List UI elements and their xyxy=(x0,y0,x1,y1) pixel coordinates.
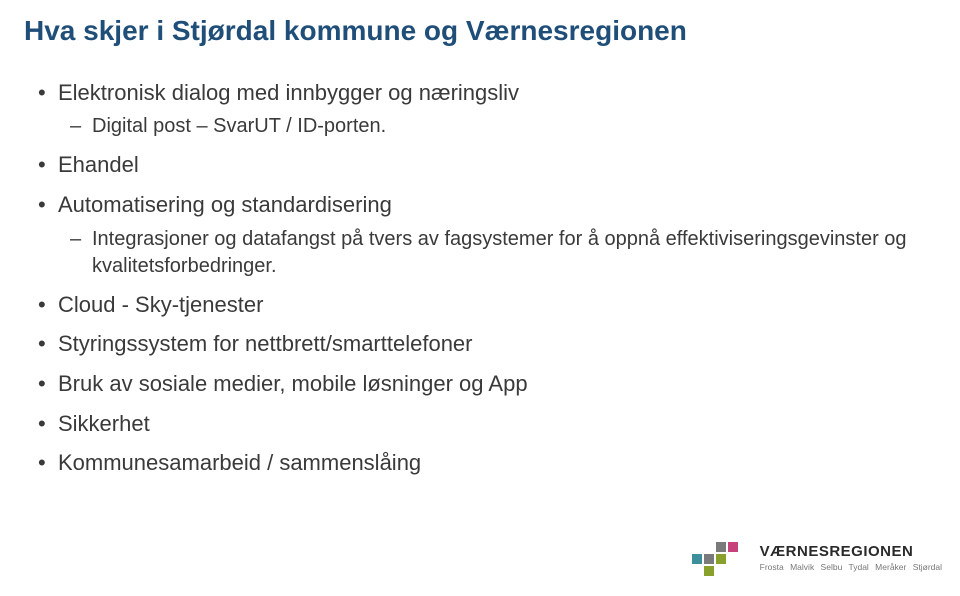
bullet-text: Cloud - Sky-tjenester xyxy=(58,292,263,317)
logo-title: VÆRNESREGIONEN xyxy=(760,543,942,560)
bullet-item: Cloud - Sky-tjenester xyxy=(38,290,936,320)
bullet-item: Elektronisk dialog med innbygger og næri… xyxy=(38,78,936,141)
bullet-item: Kommunesamarbeid / sammenslåing xyxy=(38,448,936,478)
bullet-text: Bruk av sosiale medier, mobile løsninger… xyxy=(58,371,528,396)
bullet-list: Elektronisk dialog med innbygger og næri… xyxy=(38,78,936,479)
bullet-item: Styringssystem for nettbrett/smarttelefo… xyxy=(38,329,936,359)
bullet-item: Ehandel xyxy=(38,150,936,180)
sub-bullet-item: Integrasjoner og datafangst på tvers av … xyxy=(70,226,936,280)
bullet-text: Styringssystem for nettbrett/smarttelefo… xyxy=(58,331,473,356)
bullet-text: Kommunesamarbeid / sammenslåing xyxy=(58,450,421,475)
bullet-item: Sikkerhet xyxy=(38,409,936,439)
footer-logo: VÆRNESREGIONEN Frosta Malvik Selbu Tydal… xyxy=(690,532,942,582)
sub-bullet-list: Digital post – SvarUT / ID-porten. xyxy=(70,113,936,140)
logo-text-block: VÆRNESREGIONEN Frosta Malvik Selbu Tydal… xyxy=(760,543,942,572)
bullet-item: Bruk av sosiale medier, mobile løsninger… xyxy=(38,369,936,399)
bullet-text: Sikkerhet xyxy=(58,411,150,436)
bullet-item: Automatisering og standardisering Integra… xyxy=(38,190,936,280)
bullet-text: Ehandel xyxy=(58,152,139,177)
slide-title: Hva skjer i Stjørdal kommune og Værnesre… xyxy=(24,14,936,48)
slide: Hva skjer i Stjørdal kommune og Værnesre… xyxy=(0,0,960,478)
slide-content: Elektronisk dialog med innbygger og næri… xyxy=(24,78,936,479)
vaernesregionen-logo-icon xyxy=(690,532,750,582)
bullet-text: Automatisering og standardisering xyxy=(58,192,392,217)
sub-bullet-list: Integrasjoner og datafangst på tvers av … xyxy=(70,226,936,280)
logo-subtitle: Frosta Malvik Selbu Tydal Meråker Stjørd… xyxy=(760,562,942,572)
sub-bullet-item: Digital post – SvarUT / ID-porten. xyxy=(70,113,936,140)
bullet-text: Elektronisk dialog med innbygger og næri… xyxy=(58,80,519,105)
